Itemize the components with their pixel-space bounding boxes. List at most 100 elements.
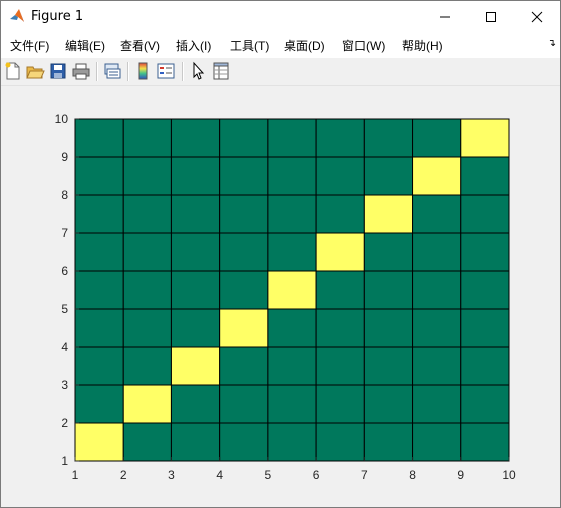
heatmap-cell: [219, 346, 269, 386]
heatmap-cell: [267, 118, 317, 158]
heatmap-cell: [122, 232, 172, 272]
pointer-icon[interactable]: [188, 61, 208, 81]
menu-view[interactable]: 查看(V): [120, 37, 160, 54]
link-plot-icon[interactable]: [102, 61, 122, 81]
menu-file[interactable]: 文件(F): [10, 37, 49, 54]
heatmap-cell: [219, 384, 269, 424]
open-file-icon[interactable]: [25, 61, 45, 81]
y-tick-label: 4: [61, 340, 68, 354]
heatmap-cell: [412, 194, 462, 234]
heatmap-cell: [460, 194, 510, 234]
heatmap-cell: [363, 308, 414, 348]
heatmap-cell: [74, 156, 124, 196]
heatmap-cell: [460, 232, 510, 272]
window-title: Figure 1: [31, 9, 84, 24]
heatmap-cell: [219, 308, 269, 348]
heatmap-cell: [460, 270, 510, 310]
menu-window[interactable]: 窗口(W): [342, 37, 385, 54]
heatmap-cells: [74, 118, 510, 462]
heatmap-cell: [363, 346, 414, 386]
heatmap-cell: [315, 194, 365, 234]
heatmap-cell: [460, 118, 510, 158]
heatmap-cell: [122, 346, 172, 386]
y-tick-label: 6: [61, 264, 68, 278]
heatmap-cell: [74, 232, 124, 272]
heatmap-cell: [122, 118, 172, 158]
heatmap-cell: [363, 156, 414, 196]
heatmap-cell: [170, 384, 221, 424]
heatmap-cell: [122, 384, 172, 424]
y-tick-label: 3: [61, 378, 68, 392]
toolbar: [1, 58, 560, 86]
figure-canvas[interactable]: 1 2 3 4 5 6 7 8 9 10 1 2 3 4 5 6 7 8 9 10: [1, 86, 560, 507]
menu-tools[interactable]: 工具(T): [230, 37, 269, 54]
heatmap-cell: [219, 118, 269, 158]
heatmap-cell: [363, 118, 414, 158]
heatmap-cell: [412, 308, 462, 348]
heatmap-cell: [219, 194, 269, 234]
heatmap-cell: [74, 384, 124, 424]
heatmap-cell: [315, 384, 365, 424]
heatmap-cell: [460, 156, 510, 196]
close-button[interactable]: [514, 1, 560, 32]
heatmap-cell: [363, 232, 414, 272]
heatmap-cell: [363, 270, 414, 310]
insert-legend-icon[interactable]: [156, 61, 176, 81]
menu-bar: 文件(F) 编辑(E) 查看(V) 插入(I) 工具(T) 桌面(D) 窗口(W…: [1, 32, 560, 58]
heatmap-cell: [219, 422, 269, 462]
menu-insert[interactable]: 插入(I): [176, 37, 211, 54]
save-icon[interactable]: [48, 61, 68, 81]
y-tick-label: 10: [55, 112, 69, 126]
heatmap-cell: [315, 346, 365, 386]
heatmap-cell: [267, 194, 317, 234]
close-icon: [531, 11, 543, 22]
x-tick-label: 9: [457, 468, 464, 482]
new-figure-icon[interactable]: [3, 61, 23, 81]
heatmap-cell: [74, 270, 124, 310]
heatmap-cell: [219, 270, 269, 310]
heatmap-cell: [267, 308, 317, 348]
toolbar-separator: [96, 62, 98, 81]
heatmap-cell: [315, 422, 365, 462]
x-tick-label: 10: [502, 468, 516, 482]
heatmap-cell: [122, 156, 172, 196]
maximize-button[interactable]: [468, 1, 514, 32]
figure-window: Figure 1 文件(F) 编辑(E) 查看(V) 插入(I) 工具(T) 桌…: [0, 0, 561, 508]
heatmap-cell: [219, 232, 269, 272]
toolbar-separator: [182, 62, 184, 81]
y-tick-label: 7: [61, 226, 68, 240]
minimize-icon: [440, 16, 450, 17]
x-tick-label: 2: [120, 468, 127, 482]
title-bar[interactable]: Figure 1: [1, 1, 560, 32]
heatmap-cell: [363, 194, 414, 234]
heatmap-cell: [267, 232, 317, 272]
chevron-more-icon[interactable]: ↴: [548, 38, 556, 49]
heatmap-cell: [170, 194, 221, 234]
print-icon[interactable]: [71, 61, 91, 81]
heatmap-cell: [170, 118, 221, 158]
minimize-button[interactable]: [422, 1, 468, 32]
heatmap-cell: [122, 422, 172, 462]
property-inspector-icon[interactable]: [211, 61, 231, 81]
x-tick-label: 6: [313, 468, 320, 482]
heatmap-cell: [170, 308, 221, 348]
heatmap-cell: [74, 346, 124, 386]
heatmap-cell: [412, 270, 462, 310]
y-tick-label: 2: [61, 416, 68, 430]
heatmap-plot[interactable]: 1 2 3 4 5 6 7 8 9 10 1 2 3 4 5 6 7 8 9 10: [1, 86, 560, 507]
heatmap-cell: [74, 422, 124, 462]
heatmap-cell: [219, 156, 269, 196]
y-tick-label: 5: [61, 302, 68, 316]
insert-colorbar-icon[interactable]: [133, 61, 153, 81]
heatmap-cell: [74, 308, 124, 348]
menu-desktop[interactable]: 桌面(D): [284, 37, 325, 54]
heatmap-cell: [460, 346, 510, 386]
toolbar-separator: [127, 62, 129, 81]
menu-edit[interactable]: 编辑(E): [65, 37, 105, 54]
heatmap-cell: [412, 384, 462, 424]
heatmap-cell: [460, 308, 510, 348]
heatmap-cell: [412, 422, 462, 462]
heatmap-cell: [170, 156, 221, 196]
menu-help[interactable]: 帮助(H): [402, 37, 443, 54]
heatmap-cell: [412, 118, 462, 158]
